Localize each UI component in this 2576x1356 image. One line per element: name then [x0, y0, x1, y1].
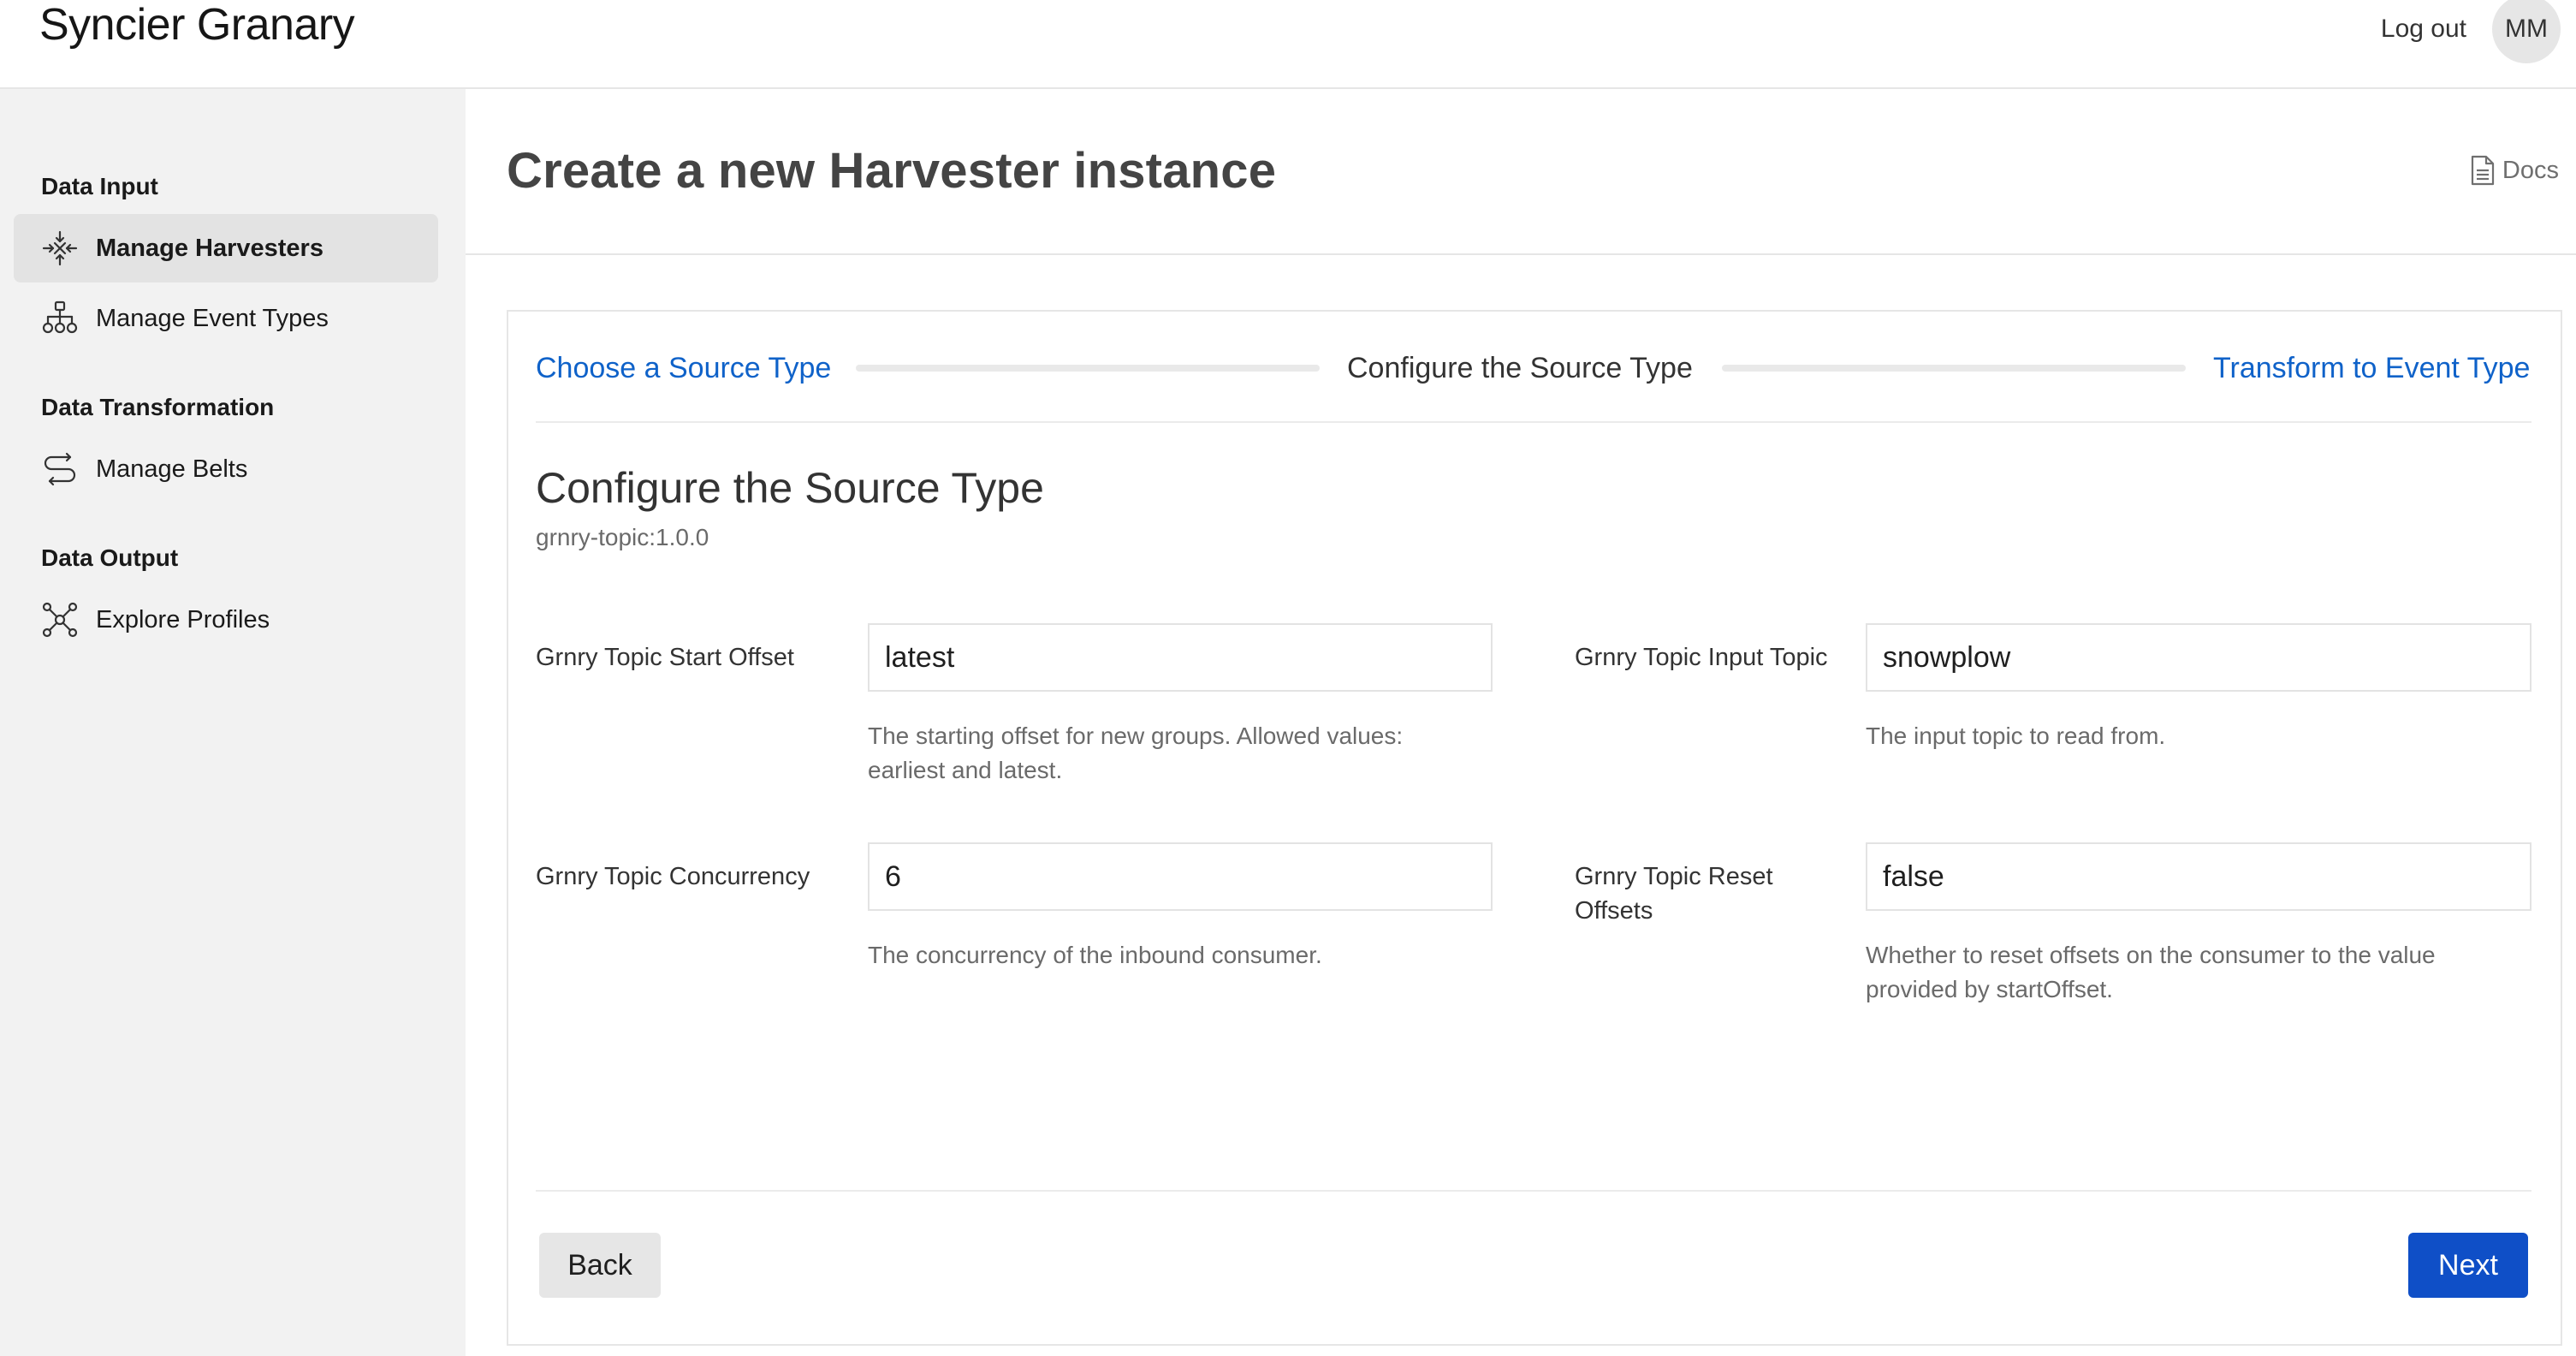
step-choose-source-type[interactable]: Choose a Source Type [536, 348, 831, 389]
reset-offsets-label: Grnry Topic Reset Offsets [1575, 863, 1773, 925]
back-button[interactable]: Back [539, 1233, 661, 1298]
step-connector [1722, 365, 2186, 372]
reset-offsets-help: Whether to reset offsets on the consumer… [1866, 942, 2436, 1002]
input-topic-help: The input topic to read from. [1866, 723, 2166, 749]
sidebar-item-label: Manage Belts [96, 455, 248, 483]
step-transform-event-type[interactable]: Transform to Event Type [2213, 348, 2530, 389]
reset-offsets-input[interactable] [1866, 842, 2531, 911]
sidebar-item-manage-event-types[interactable]: Manage Event Types [14, 284, 438, 353]
header-divider [466, 253, 2576, 255]
document-icon [2471, 155, 2495, 186]
sidebar-item-explore-profiles[interactable]: Explore Profiles [14, 586, 438, 654]
page-title: Create a new Harvester instance [507, 143, 1277, 199]
network-icon [41, 601, 79, 639]
sidebar-item-label: Explore Profiles [96, 606, 270, 633]
docs-link[interactable]: Docs [2468, 154, 2559, 187]
source-type-version: grnry-topic:1.0.0 [536, 524, 709, 550]
sidebar-item-label: Manage Event Types [96, 305, 329, 332]
sidebar-section-data-input: Data Input [41, 173, 158, 199]
sidebar-section-data-transformation: Data Transformation [41, 394, 275, 420]
hierarchy-icon [41, 300, 79, 337]
sidebar-section-data-output: Data Output [41, 544, 179, 571]
start-offset-input[interactable] [868, 623, 1493, 692]
stepper-divider [536, 421, 2531, 423]
footer-divider [536, 1190, 2531, 1192]
app-title[interactable]: Syncier Granary [39, 0, 355, 55]
next-button[interactable]: Next [2408, 1233, 2528, 1298]
docs-label: Docs [2502, 156, 2559, 184]
harvester-icon [41, 229, 79, 267]
concurrency-input[interactable] [868, 842, 1493, 911]
step-configure-source-type: Configure the Source Type [1347, 352, 1693, 384]
input-topic-label: Grnry Topic Input Topic [1575, 644, 1828, 671]
input-topic-input[interactable] [1866, 623, 2531, 692]
sidebar-item-label: Manage Harvesters [96, 235, 323, 262]
top-header: Syncier Granary Log out MM [0, 0, 2576, 89]
step-connector [856, 365, 1320, 372]
start-offset-help: The starting offset for new groups. Allo… [868, 723, 1404, 783]
avatar[interactable]: MM [2492, 0, 2561, 63]
belt-icon [41, 450, 79, 488]
sidebar-item-manage-belts[interactable]: Manage Belts [14, 435, 438, 503]
concurrency-label: Grnry Topic Concurrency [536, 863, 810, 890]
sidebar-item-manage-harvesters[interactable]: Manage Harvesters [14, 214, 438, 282]
logout-link[interactable]: Log out [2381, 12, 2466, 46]
section-title: Configure the Source Type [536, 464, 1044, 512]
start-offset-label: Grnry Topic Start Offset [536, 644, 794, 671]
concurrency-help: The concurrency of the inbound consumer. [868, 942, 1322, 968]
